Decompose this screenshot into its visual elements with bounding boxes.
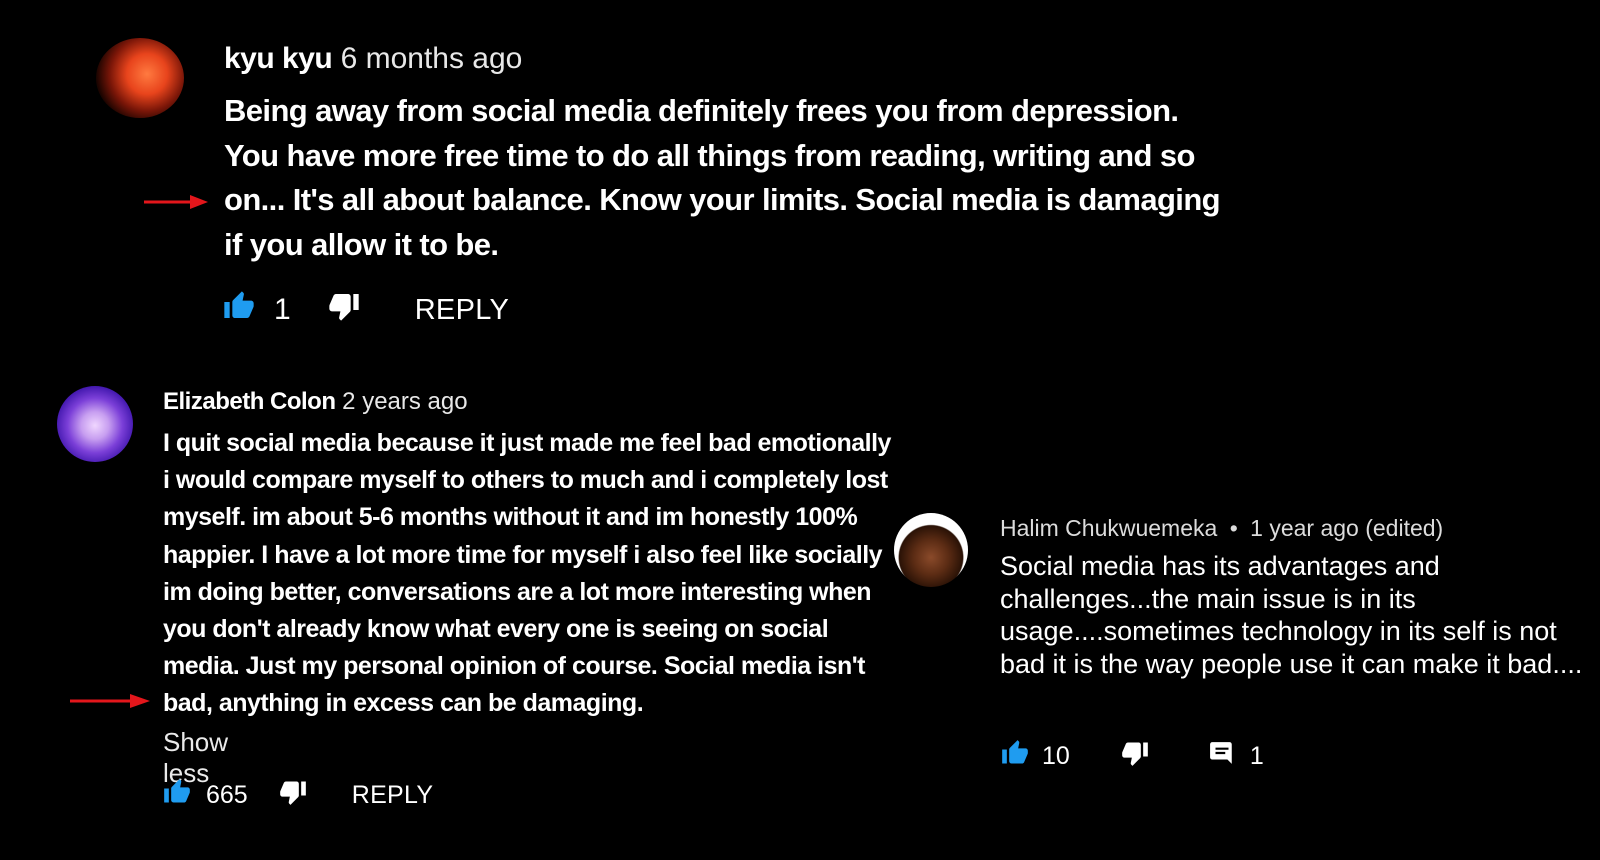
comment-time[interactable]: 2 years ago [342, 388, 467, 415]
comment-text: Being away from social media definitely … [224, 93, 1221, 262]
separator-dot: • [1229, 515, 1238, 541]
thumbs-down-icon [1120, 739, 1150, 774]
comment-header: Halim Chukwuemeka • 1 year ago (edited) [1000, 514, 1443, 542]
like-count: 1 [274, 293, 291, 326]
thumbs-up-icon [162, 778, 192, 813]
reply-count: 1 [1249, 741, 1264, 770]
dislike-button[interactable] [278, 778, 308, 813]
like-count: 10 [1042, 741, 1070, 770]
avatar[interactable] [57, 386, 133, 462]
comment-time[interactable]: 1 year ago (edited) [1250, 515, 1443, 541]
thumbs-down-icon [327, 290, 361, 330]
author-name[interactable]: kyu kyu [224, 42, 333, 75]
author-name[interactable]: Elizabeth Colon [163, 388, 336, 415]
like-button[interactable] [1000, 739, 1030, 774]
like-button[interactable] [162, 778, 192, 813]
comment-actions: 665 REPLY [162, 778, 433, 812]
red-arrow-icon [70, 693, 150, 714]
author-name[interactable]: Halim Chukwuemeka [1000, 515, 1217, 541]
like-button[interactable] [222, 290, 256, 330]
avatar[interactable] [894, 513, 968, 587]
dislike-button[interactable] [327, 290, 361, 330]
comment-bubble-icon [1208, 740, 1236, 773]
comment-header: Elizabeth Colon 2 years ago [163, 388, 468, 416]
comment-text: Social media has its advantages and chal… [1000, 551, 1583, 679]
comment-actions: 10 1 [1000, 738, 1264, 774]
comment-header: kyu kyu 6 months ago [224, 42, 522, 76]
like-count: 665 [206, 780, 248, 809]
reply-button[interactable]: REPLY [352, 781, 434, 810]
thumbs-up-icon [1000, 739, 1030, 774]
comment-actions: 1 REPLY [222, 290, 509, 330]
thumbs-up-icon [222, 290, 256, 330]
avatar[interactable] [96, 38, 184, 118]
thumbs-down-icon [278, 778, 308, 813]
reply-button[interactable]: REPLY [415, 294, 509, 327]
comment-text: I quit social media because it just made… [163, 429, 891, 718]
red-arrow-icon [144, 194, 208, 215]
dislike-button[interactable] [1120, 739, 1150, 774]
replies-button[interactable] [1208, 740, 1236, 773]
comment-time[interactable]: 6 months ago [341, 42, 523, 75]
